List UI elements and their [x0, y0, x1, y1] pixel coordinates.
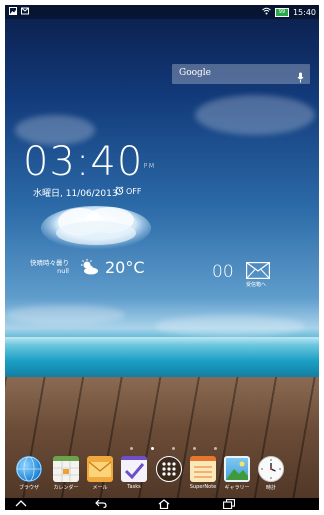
mail-inbox-label: 受信箱へ [246, 282, 267, 288]
page-dot [214, 447, 217, 450]
alarm-icon [115, 186, 124, 197]
dock-app-label: Tasks [127, 484, 141, 490]
page-indicator [130, 447, 217, 450]
weather-condition-line1: 快晴時々曇り [30, 259, 69, 267]
notebook-icon [190, 456, 216, 482]
envelope-icon[interactable] [246, 262, 270, 283]
picture-icon [224, 456, 250, 482]
page-dot [193, 447, 196, 450]
up-chevron-icon[interactable] [15, 499, 27, 510]
home-icon[interactable] [158, 499, 170, 510]
dock-app-label: ブラウザ [18, 485, 39, 491]
unread-mail-count[interactable]: 00 [212, 262, 234, 282]
wallpaper-cloud [195, 95, 315, 135]
clock-time: 03:40 [23, 139, 144, 185]
clock-widget[interactable]: 03:40PM [23, 142, 156, 182]
dock-app-calendar[interactable]: カレンダー [49, 456, 83, 491]
globe-icon [16, 456, 42, 482]
weather-condition-line2: null [57, 267, 69, 275]
dock-app-all-apps[interactable] [152, 456, 186, 484]
checkmark-icon [121, 456, 147, 482]
app-dock: ブラウザ カレンダー メール Tasks SuperNote ギャラリー 時計 [5, 456, 319, 498]
calendar-icon [53, 456, 79, 482]
google-search-widget[interactable]: Google [172, 64, 310, 84]
notification-icon [21, 7, 29, 17]
clock-date: 水曜日, 11/06/2013 [33, 189, 118, 199]
recent-apps-icon[interactable] [223, 499, 236, 510]
dock-app-label: カレンダー [53, 485, 79, 491]
dock-app-supernote[interactable]: SuperNote [186, 456, 220, 490]
google-search-label: Google [179, 68, 211, 78]
gallery-icon [9, 7, 17, 17]
back-icon[interactable] [95, 499, 107, 510]
weather-condition[interactable]: 快晴時々曇り null [29, 257, 69, 275]
dock-app-clock[interactable]: 時計 [254, 456, 288, 491]
wifi-icon [262, 7, 271, 17]
page-dot [172, 447, 175, 450]
wallpaper-cloud [155, 315, 305, 337]
dock-app-tasks[interactable]: Tasks [117, 456, 151, 490]
clock-icon [258, 456, 284, 482]
clock-ampm: PM [143, 162, 156, 170]
wallpaper-cloud [5, 305, 125, 325]
dock-app-label: メール [92, 485, 108, 491]
status-time: 15:40 [292, 7, 316, 17]
partly-cloudy-icon [79, 259, 99, 279]
envelope-icon [87, 456, 113, 482]
alarm-status[interactable]: OFF [115, 186, 142, 197]
sea [5, 337, 319, 377]
temperature[interactable]: 20°C [105, 258, 145, 277]
page-dot [130, 447, 133, 450]
dock-app-label: ギャラリー [224, 485, 250, 491]
mic-icon[interactable] [297, 68, 304, 87]
dock-app-browser[interactable]: ブラウザ [12, 456, 46, 491]
dock-app-mail[interactable]: メール [83, 456, 117, 491]
dock-app-label: 時計 [265, 485, 276, 491]
dock-app-label: SuperNote [189, 484, 217, 490]
status-bar[interactable]: 99 15:40 [5, 5, 319, 19]
app-drawer-icon [156, 456, 182, 482]
tablet-screen: 99 15:40 Google 03:40PM 水曜日, 11/06/2013 … [5, 5, 319, 510]
weather-cloud-image [40, 200, 152, 252]
alarm-label: OFF [126, 187, 142, 196]
dock-app-gallery[interactable]: ギャラリー [220, 456, 254, 491]
page-dot-active [151, 447, 154, 450]
navigation-bar [5, 498, 319, 510]
battery-icon: 99 [274, 7, 289, 17]
